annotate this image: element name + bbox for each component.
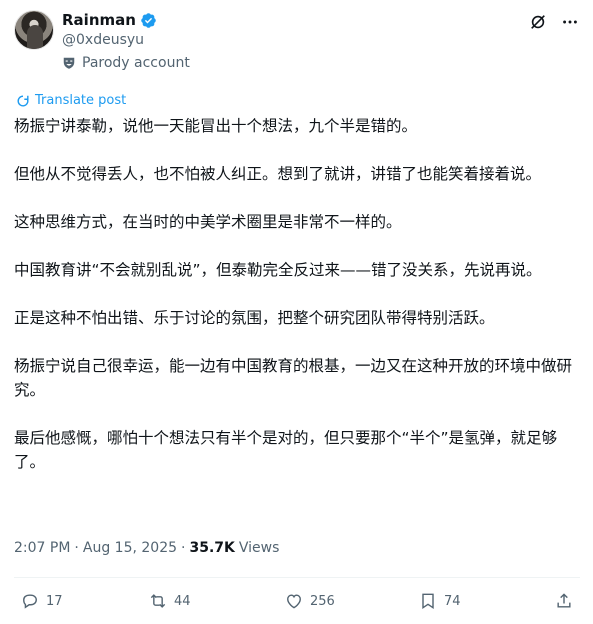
post-date[interactable]: Aug 15, 2025 (83, 540, 177, 556)
tweet-meta: 2:07 PM · Aug 15, 2025 · 35.7K Views (14, 540, 279, 556)
verified-badge-icon[interactable] (140, 12, 157, 29)
reply-button[interactable]: 17 (20, 588, 63, 614)
heart-icon (287, 594, 301, 609)
meta-separator: · (74, 540, 79, 556)
mask-icon (62, 56, 76, 70)
more-options-icon[interactable] (560, 12, 580, 32)
translate-post-link[interactable]: Translate post (16, 93, 126, 108)
divider (14, 577, 580, 578)
tweet-paragraph: 最后他感慨，哪怕十个想法只有半个是对的，但只要那个“半个”是氢弹，就足够了。 (14, 429, 558, 471)
header-actions (528, 12, 580, 32)
reply-icon (23, 594, 37, 609)
tweet-paragraph: 中国教育讲“不会就别乱说”，但泰勒完全反过来——错了没关系，先说再说。 (14, 261, 542, 279)
views-label: Views (238, 540, 280, 556)
retweet-icon (150, 594, 166, 608)
bookmark-icon (422, 593, 434, 609)
like-button[interactable]: 256 (284, 588, 335, 614)
translate-icon (16, 94, 30, 108)
bookmark-button[interactable]: 74 (418, 588, 461, 614)
display-name[interactable]: Rainman (62, 11, 136, 29)
avatar[interactable] (14, 10, 54, 50)
tweet-body: 杨振宁讲泰勒，说他一天能冒出十个想法，九个半是错的。 但他从不觉得丢人，也不怕被… (14, 114, 580, 474)
tweet-header: Rainman @0xdeusyu Parody account (14, 10, 580, 90)
tweet-paragraph: 杨振宁说自己很幸运，能一边有中国教育的根基，一边又在这种开放的环境中做研究。 (14, 357, 573, 399)
reply-count: 17 (46, 593, 63, 609)
like-count: 256 (310, 593, 335, 609)
name-row: Rainman (62, 10, 157, 30)
tweet-paragraph: 这种思维方式，在当时的中美学术圈里是非常不一样的。 (14, 213, 402, 231)
retweet-button[interactable]: 44 (148, 588, 191, 614)
meta-separator: · (181, 540, 186, 556)
retweet-count: 44 (174, 593, 191, 609)
bookmark-count: 74 (444, 593, 461, 609)
tweet-paragraph: 杨振宁讲泰勒，说他一天能冒出十个想法，九个半是错的。 (14, 117, 418, 135)
share-icon (557, 593, 571, 608)
parody-label: Parody account (62, 55, 190, 71)
views-count: 35.7K (189, 540, 235, 556)
tweet-paragraph: 正是这种不怕出错、乐于讨论的氛围，把整个研究团队带得特别活跃。 (14, 309, 495, 327)
post-time[interactable]: 2:07 PM (14, 540, 70, 556)
tweet-paragraph: 但他从不觉得丢人，也不怕被人纠正。想到了就讲，讲错了也能笑着接着说。 (14, 165, 542, 183)
parody-label-text: Parody account (82, 55, 190, 71)
share-button[interactable] (554, 588, 574, 614)
action-bar: 17 44 256 74 (14, 588, 580, 614)
translate-label[interactable]: Translate post (35, 93, 126, 108)
grok-icon[interactable] (528, 12, 548, 32)
handle[interactable]: @0xdeusyu (62, 32, 144, 48)
